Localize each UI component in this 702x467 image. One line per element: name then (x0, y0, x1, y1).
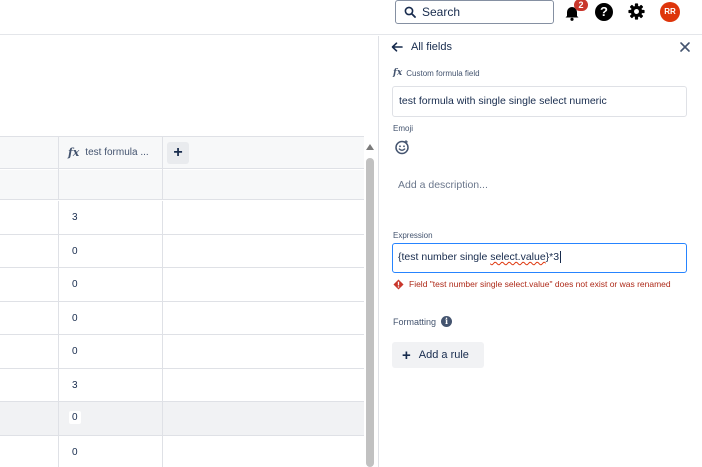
table-row[interactable]: 0 (0, 234, 364, 268)
avatar[interactable]: RR (660, 2, 680, 22)
grid-rows: 3 0 0 0 0 3 0 0 (0, 201, 364, 467)
search-box[interactable]: Search (395, 0, 554, 24)
table-row[interactable]: 0 (0, 268, 364, 302)
text-caret (560, 251, 562, 264)
search-label: Search (422, 5, 461, 19)
expression-error: Field "test number single select.value" … (393, 278, 688, 290)
grid-subheader-row (0, 170, 364, 200)
description-input[interactable]: Add a description... (392, 172, 687, 198)
cell-value[interactable]: 0 (72, 313, 78, 324)
expression-error-text: select.value (490, 251, 546, 263)
emoji-label: Emoji (393, 124, 414, 133)
expression-suffix: }*3 (545, 251, 560, 263)
back-label: All fields (411, 41, 452, 53)
expression-text: {test number single (398, 251, 491, 263)
scroll-up-arrow[interactable] (366, 144, 374, 150)
table-row[interactable]: 0 (0, 301, 364, 335)
notification-badge: 2 (574, 0, 588, 11)
expression-input[interactable]: {test number single select.value}*3 (392, 243, 687, 273)
app-root: Search 2 ? RR fx test formula ... + 3 0 … (0, 0, 702, 467)
info-icon[interactable]: i (441, 316, 453, 327)
formula-icon: fx (68, 146, 80, 159)
table-row[interactable]: 3 (0, 368, 364, 402)
error-message: Field "test number single select.value" … (409, 279, 671, 289)
table-row[interactable]: 3 (0, 201, 364, 235)
expression-label: Expression (393, 231, 433, 240)
back-to-all-fields[interactable]: All fields (391, 41, 452, 53)
cell-value[interactable]: 0 (72, 246, 78, 257)
formatting-section: Formatting i (393, 316, 453, 327)
field-config-panel: All fields fx Custom formula field test … (378, 36, 702, 467)
data-grid: fx test formula ... + 3 0 0 0 0 3 0 0 (0, 36, 364, 467)
cell-value[interactable]: 0 (72, 279, 78, 290)
table-row[interactable]: 0 (0, 435, 364, 467)
scrollbar-thumb[interactable] (366, 158, 374, 467)
grid-header: fx test formula ... + (0, 136, 364, 170)
search-icon (404, 6, 416, 18)
column-header-formula[interactable]: fx test formula ... (68, 146, 149, 159)
table-row[interactable]: 0 (0, 335, 364, 369)
formatting-label: Formatting (393, 316, 437, 327)
close-icon[interactable] (679, 41, 691, 53)
table-row-selected[interactable]: 0 (0, 402, 364, 436)
add-rule-button[interactable]: + Add a rule (392, 342, 484, 368)
error-icon (393, 279, 404, 290)
add-column-button[interactable]: + (167, 142, 189, 164)
add-rule-label: Add a rule (418, 349, 469, 361)
cell-value[interactable]: 0 (72, 447, 78, 458)
cell-value[interactable]: 3 (72, 212, 78, 223)
arrow-left-icon (391, 42, 403, 52)
field-name-input[interactable]: test formula with single single select n… (392, 86, 687, 117)
cell-value[interactable]: 3 (72, 380, 78, 391)
field-type-label: fx Custom formula field (393, 68, 480, 78)
gear-icon[interactable] (627, 2, 646, 21)
column-header-label: test formula ... (85, 147, 149, 158)
emoji-picker-icon[interactable] (394, 139, 410, 155)
cell-value[interactable]: 0 (69, 411, 81, 424)
plus-icon: + (402, 346, 411, 364)
help-icon[interactable]: ? (595, 3, 613, 21)
cell-value[interactable]: 0 (72, 346, 78, 357)
top-bar: Search 2 ? RR (0, 0, 702, 35)
formula-icon: fx (393, 68, 403, 78)
